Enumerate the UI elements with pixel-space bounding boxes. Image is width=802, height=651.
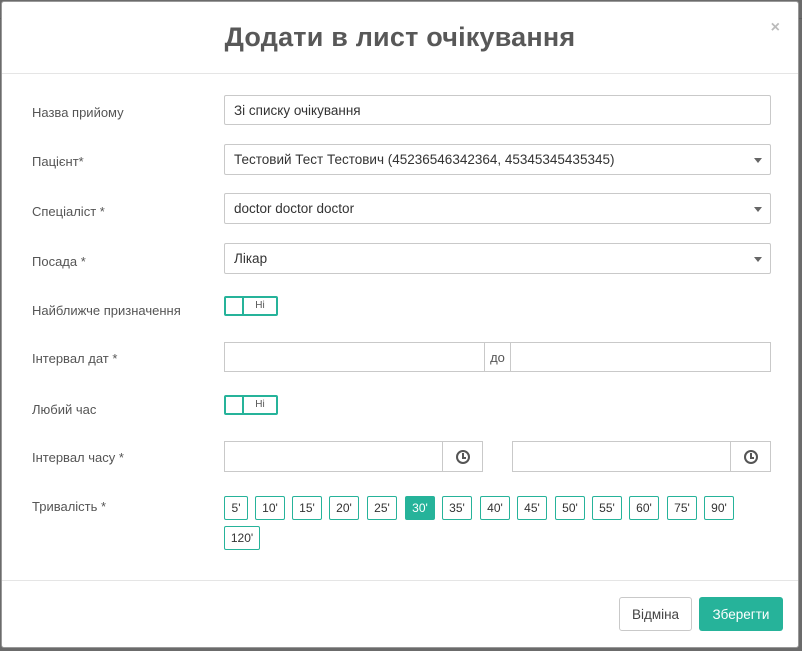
duration-option[interactable]: 10'	[255, 496, 285, 520]
time-interval-label: Інтервал часу *	[32, 450, 124, 465]
modal-title: Додати в лист очікування	[224, 22, 576, 52]
nearest-toggle[interactable]: Ні	[224, 296, 278, 316]
time-from-button[interactable]	[442, 442, 482, 471]
nearest-toggle-text: Ні	[255, 300, 265, 311]
position-select[interactable]: Лікар	[224, 243, 771, 274]
any-time-label: Любий час	[32, 402, 97, 417]
appointment-name-label: Назва прийому	[32, 105, 124, 120]
waitlist-modal: Додати в лист очікування × Назва прийому…	[1, 1, 799, 648]
date-from-input[interactable]	[225, 343, 484, 371]
duration-label: Тривалість *	[32, 499, 107, 514]
modal-body: Назва прийому Зі списку очікування Паціє…	[2, 74, 798, 582]
toggle-knob	[226, 298, 244, 314]
clock-icon	[455, 449, 470, 464]
duration-option[interactable]: 5'	[224, 496, 248, 520]
position-label: Посада *	[32, 254, 86, 269]
save-button[interactable]: Зберегти	[699, 597, 783, 631]
time-to-input[interactable]	[513, 442, 730, 471]
patient-select[interactable]: Тестовий Тест Тестович (45236546342364, …	[224, 144, 771, 175]
specialist-select[interactable]: doctor doctor doctor	[224, 193, 771, 224]
duration-option[interactable]: 35'	[442, 496, 472, 520]
date-interval-label: Інтервал дат *	[32, 351, 118, 366]
patient-label: Пацієнт*	[32, 154, 84, 169]
close-icon[interactable]: ×	[771, 20, 780, 36]
specialist-label: Спеціаліст *	[32, 204, 105, 219]
time-to-group	[512, 441, 771, 472]
specialist-value: doctor doctor doctor	[234, 201, 355, 216]
duration-option[interactable]: 25'	[367, 496, 397, 520]
date-separator: до	[484, 343, 511, 371]
duration-option[interactable]: 15'	[292, 496, 322, 520]
any-time-toggle[interactable]: Ні	[224, 395, 278, 415]
date-interval-group: до	[224, 342, 771, 372]
time-from-input[interactable]	[225, 442, 442, 471]
duration-option[interactable]: 50'	[555, 496, 585, 520]
toggle-knob	[226, 397, 244, 413]
cancel-button[interactable]: Відміна	[619, 597, 692, 631]
duration-option[interactable]: 45'	[517, 496, 547, 520]
modal-header: Додати в лист очікування ×	[2, 2, 798, 74]
time-from-group	[224, 441, 483, 472]
duration-option[interactable]: 40'	[480, 496, 510, 520]
modal-footer: Відміна Зберегти	[2, 580, 798, 647]
duration-option[interactable]: 60'	[629, 496, 659, 520]
nearest-label: Найближче призначення	[32, 303, 181, 318]
patient-value: Тестовий Тест Тестович (45236546342364, …	[234, 152, 615, 167]
duration-option[interactable]: 90'	[704, 496, 734, 520]
any-time-toggle-text: Ні	[255, 399, 265, 410]
date-to-input[interactable]	[511, 343, 770, 371]
time-to-button[interactable]	[730, 442, 770, 471]
duration-option[interactable]: 75'	[667, 496, 697, 520]
appointment-name-input[interactable]: Зі списку очікування	[224, 95, 771, 125]
position-value: Лікар	[234, 251, 268, 266]
duration-option-selected[interactable]: 30'	[405, 496, 435, 520]
duration-option[interactable]: 120'	[224, 526, 260, 550]
duration-option[interactable]: 20'	[329, 496, 359, 520]
clock-icon	[743, 449, 758, 464]
duration-option[interactable]: 55'	[592, 496, 622, 520]
